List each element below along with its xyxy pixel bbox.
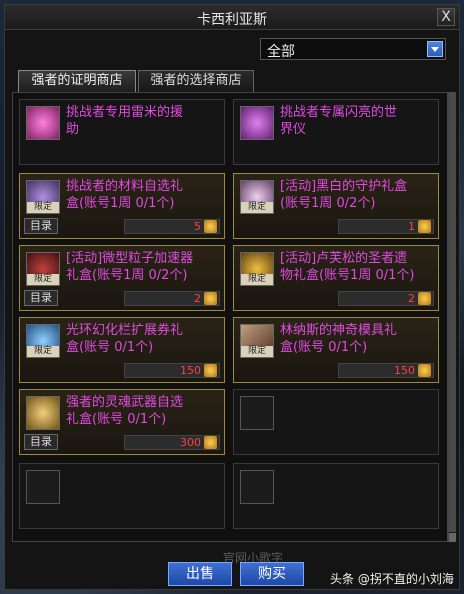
item-name: 光环幻化栏扩展券礼 盒(账号 0/1个) — [66, 323, 184, 355]
watermark: 头条 @拐不直的小刘海 — [330, 572, 454, 586]
item-name: [活动]黑白的守护礼盒 (账号1周 0/2个) — [280, 179, 408, 211]
item-icon — [26, 106, 60, 140]
empty-slot — [26, 470, 60, 504]
item-name: 强者的灵魂武器自选 礼盒(账号 0/1个) — [66, 395, 184, 427]
limited-badge: 限定 — [241, 274, 273, 285]
price-value: 5 — [194, 220, 201, 233]
empty-card — [19, 463, 225, 529]
empty-slot — [240, 396, 274, 430]
currency-icon — [204, 220, 217, 233]
item-card[interactable]: 限定 林纳斯的神奇模具礼 盒(账号 0/1个) 150 — [233, 317, 439, 383]
item-icon: 限定 — [240, 252, 274, 286]
chevron-down-icon[interactable] — [427, 41, 443, 57]
item-name: 林纳斯的神奇模具礼 盒(账号 0/1个) — [280, 323, 398, 355]
currency-icon — [418, 220, 431, 233]
item-name: 挑战者专用雷米的援 助 — [66, 105, 184, 137]
price-value: 150 — [394, 364, 415, 377]
catalog-button[interactable]: 目录 — [24, 218, 58, 234]
currency-icon — [204, 364, 217, 377]
price-box: 2 — [338, 291, 434, 306]
item-card[interactable]: 强者的灵魂武器自选 礼盒(账号 0/1个) 目录 300 — [19, 389, 225, 455]
price-box: 300 — [124, 435, 220, 450]
item-name: [活动]微型粒子加速器 礼盒(账号1周 0/2个) — [66, 251, 194, 283]
item-icon: 限定 — [26, 252, 60, 286]
item-icon: 限定 — [26, 324, 60, 358]
item-card[interactable]: 限定 光环幻化栏扩展券礼 盒(账号 0/1个) 150 — [19, 317, 225, 383]
scroll-down-arrow[interactable] — [449, 533, 456, 542]
item-icon: 限定 — [240, 180, 274, 214]
currency-icon — [418, 292, 431, 305]
currency-icon — [204, 436, 217, 449]
item-icon: 限定 — [240, 324, 274, 358]
price-value: 2 — [194, 292, 201, 305]
price-box: 5 — [124, 219, 220, 234]
price-value: 150 — [180, 364, 201, 377]
currency-icon — [418, 364, 431, 377]
sell-button[interactable]: 出售 — [168, 562, 232, 586]
empty-card — [233, 389, 439, 455]
item-name: 挑战者专属闪亮的世 界仪 — [280, 105, 398, 137]
catalog-button[interactable]: 目录 — [24, 290, 58, 306]
item-card[interactable]: 挑战者专用雷米的援 助 — [19, 99, 225, 165]
empty-slot — [240, 470, 274, 504]
item-icon — [26, 396, 60, 430]
currency-icon — [204, 292, 217, 305]
item-name: 挑战者的材料自选礼 盒(账号1周 0/1个) — [66, 179, 184, 211]
scroll-thumb[interactable] — [449, 92, 456, 532]
item-card[interactable]: 限定 挑战者的材料自选礼 盒(账号1周 0/1个) 目录 5 — [19, 173, 225, 239]
limited-badge: 限定 — [241, 202, 273, 213]
limited-badge: 限定 — [27, 202, 59, 213]
price-box: 150 — [338, 363, 434, 378]
item-card[interactable]: 限定 [活动]卢芙松的圣者遗 物礼盒(账号1周 0/1个) 2 — [233, 245, 439, 311]
price-value: 2 — [408, 292, 415, 305]
titlebar: 卡西利亚斯 X — [5, 5, 459, 30]
catalog-button[interactable]: 目录 — [24, 434, 58, 450]
buy-button[interactable]: 购买 — [240, 562, 304, 586]
item-card[interactable]: 限定 [活动]微型粒子加速器 礼盒(账号1周 0/2个) 目录 2 — [19, 245, 225, 311]
window-title: 卡西利亚斯 — [197, 12, 267, 28]
price-box: 1 — [338, 219, 434, 234]
limited-badge: 限定 — [27, 274, 59, 285]
empty-card — [233, 463, 439, 529]
filter-dropdown[interactable]: 全部 — [260, 38, 446, 60]
price-box: 150 — [124, 363, 220, 378]
limited-badge: 限定 — [27, 346, 59, 357]
price-value: 300 — [180, 436, 201, 449]
item-grid: 挑战者专用雷米的援 助 挑战者专属闪亮的世 界仪 限定 挑战者的材料自选礼 盒(… — [12, 92, 448, 565]
scrollbar[interactable] — [448, 92, 456, 542]
filter-value: 全部 — [267, 44, 295, 60]
item-card[interactable]: 限定 [活动]黑白的守护礼盒 (账号1周 0/2个) 1 — [233, 173, 439, 239]
limited-badge: 限定 — [241, 346, 273, 357]
item-name: [活动]卢芙松的圣者遗 物礼盒(账号1周 0/1个) — [280, 251, 415, 283]
tab-choice-shop[interactable]: 强者的选择商店 — [138, 70, 254, 92]
price-value: 1 — [408, 220, 415, 233]
price-box: 2 — [124, 291, 220, 306]
item-icon — [240, 106, 274, 140]
item-card[interactable]: 挑战者专属闪亮的世 界仪 — [233, 99, 439, 165]
tab-proof-shop[interactable]: 强者的证明商店 — [18, 70, 136, 92]
close-icon[interactable]: X — [437, 8, 455, 26]
item-icon: 限定 — [26, 180, 60, 214]
